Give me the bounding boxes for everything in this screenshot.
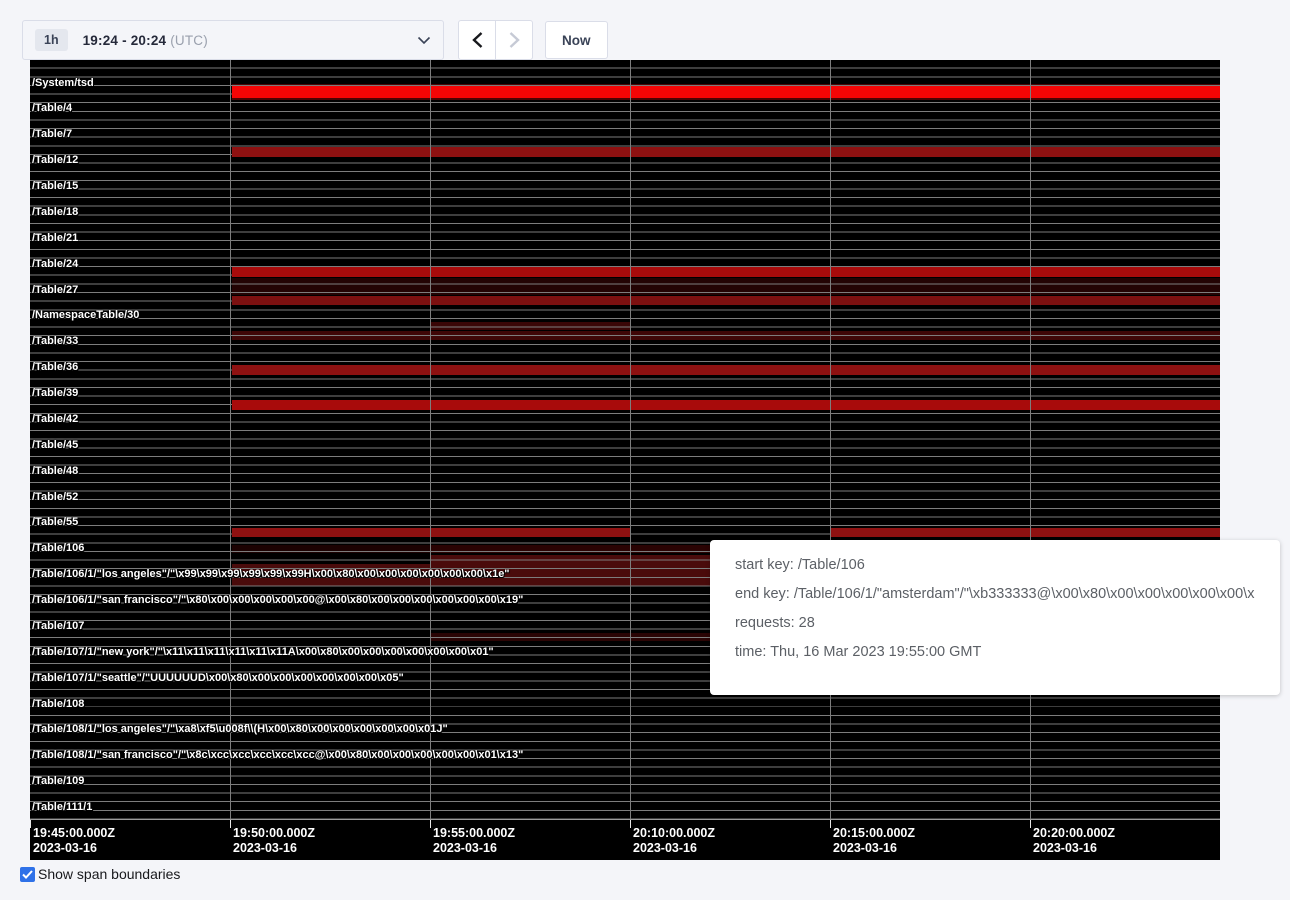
row-label: /Table/4 <box>32 102 72 114</box>
next-interval-button-disabled[interactable] <box>495 20 533 60</box>
x-axis-date: 2023-03-16 <box>233 841 315 856</box>
vertical-gridline <box>1030 60 1031 819</box>
row-label: /Table/48 <box>32 465 78 477</box>
vertical-gridline <box>630 60 631 819</box>
chevron-down-icon <box>417 36 431 45</box>
tooltip-end-key: end key: /Table/106/1/"amsterdam"/"\xb33… <box>735 586 1255 602</box>
row-label: /Table/108/1/"los angeles"/"\xa8\xf5\u00… <box>32 723 448 735</box>
heatmap-canvas[interactable]: /System/tsd/Table/4/Table/7/Table/12/Tab… <box>30 60 1220 860</box>
heat-band <box>232 267 1220 277</box>
now-button[interactable]: Now <box>545 21 608 59</box>
show-span-boundaries-checkbox[interactable] <box>20 867 35 882</box>
row-label: /Table/108/1/"san francisco"/"\x8c\xcc\x… <box>32 749 523 761</box>
row-label: /Table/108 <box>32 698 84 710</box>
row-label: /Table/111/1 <box>32 801 92 813</box>
row-label: /System/tsd <box>32 77 94 89</box>
row-label: /Table/107/1/"new york"/"\x11\x11\x11\x1… <box>32 646 494 658</box>
heat-band <box>232 278 1220 295</box>
time-range-label: 19:24 - 20:24 (UTC) <box>83 33 208 48</box>
row-label: /Table/106/1/"san francisco"/"\x80\x00\x… <box>32 594 523 606</box>
x-axis-date: 2023-03-16 <box>433 841 515 856</box>
x-axis-tick <box>1030 820 1031 828</box>
x-axis-label: 19:45:00.000Z2023-03-16 <box>33 826 115 856</box>
x-axis-date: 2023-03-16 <box>633 841 715 856</box>
row-label: /Table/55 <box>32 516 78 528</box>
x-axis-label: 20:10:00.000Z2023-03-16 <box>633 826 715 856</box>
key-visualizer-page: 1h 19:24 - 20:24 (UTC) Now /System/tsd/T… <box>0 0 1290 900</box>
heat-band <box>232 86 1220 98</box>
row-label: /Table/39 <box>32 387 78 399</box>
tooltip-requests: requests: 28 <box>735 615 1255 631</box>
heat-band <box>430 555 710 564</box>
row-label: /Table/33 <box>32 335 78 347</box>
row-label: /Table/42 <box>32 413 78 425</box>
heat-band <box>232 400 1220 410</box>
x-axis-time: 20:15:00.000Z <box>833 826 915 841</box>
row-label: /Table/52 <box>32 491 78 503</box>
x-axis-label: 20:20:00.000Z2023-03-16 <box>1033 826 1115 856</box>
duration-badge: 1h <box>35 29 68 51</box>
span-boundary-lines <box>30 60 1220 819</box>
vertical-gridline <box>230 60 231 819</box>
heat-band <box>430 545 710 553</box>
row-label: /Table/109 <box>32 775 84 787</box>
x-axis-tick <box>30 820 31 828</box>
row-label: /Table/27 <box>32 284 78 296</box>
x-axis-date: 2023-03-16 <box>833 841 915 856</box>
row-label: /Table/45 <box>32 439 78 451</box>
x-axis-tick <box>430 820 431 828</box>
vertical-gridline <box>430 60 431 819</box>
x-axis-tick <box>830 820 831 828</box>
heat-band <box>430 633 710 641</box>
time-range-dropdown[interactable]: 1h 19:24 - 20:24 (UTC) <box>22 20 444 60</box>
x-axis-label: 20:15:00.000Z2023-03-16 <box>833 826 915 856</box>
x-axis-time: 19:45:00.000Z <box>33 826 115 841</box>
previous-interval-button[interactable] <box>458 20 496 60</box>
x-axis-tick <box>630 820 631 828</box>
heat-band <box>830 528 1220 537</box>
show-span-boundaries-label: Show span boundaries <box>38 866 180 882</box>
x-axis-date: 2023-03-16 <box>33 841 115 856</box>
x-axis-label: 19:55:00.000Z2023-03-16 <box>433 826 515 856</box>
x-axis-tick <box>230 820 231 828</box>
heat-band <box>232 528 630 537</box>
footer-controls: Show span boundaries <box>20 866 180 882</box>
x-axis-label: 19:50:00.000Z2023-03-16 <box>233 826 315 856</box>
row-label: /Table/7 <box>32 128 72 140</box>
x-axis-time: 19:55:00.000Z <box>433 826 515 841</box>
row-label: /Table/15 <box>32 180 78 192</box>
row-label: /Table/106 <box>32 542 84 554</box>
tooltip-time: time: Thu, 16 Mar 2023 19:55:00 GMT <box>735 644 1255 660</box>
heat-band <box>232 545 430 553</box>
row-label: /Table/107 <box>32 620 84 632</box>
row-label: /Table/21 <box>32 232 78 244</box>
time-nav-group <box>458 20 533 60</box>
tooltip-start-key: start key: /Table/106 <box>735 557 1255 573</box>
vertical-gridline <box>830 60 831 819</box>
row-label: /Table/12 <box>32 154 78 166</box>
span-tooltip: start key: /Table/106 end key: /Table/10… <box>710 540 1280 695</box>
x-axis-baseline <box>30 819 1220 820</box>
row-label: /Table/18 <box>32 206 78 218</box>
row-label: /Table/36 <box>32 361 78 373</box>
x-axis-time: 20:20:00.000Z <box>1033 826 1115 841</box>
x-axis-time: 19:50:00.000Z <box>233 826 315 841</box>
heat-band <box>232 365 1220 375</box>
heat-band <box>232 331 1220 340</box>
heat-band <box>232 296 1220 305</box>
row-label: /Table/24 <box>32 258 78 270</box>
x-axis-time: 20:10:00.000Z <box>633 826 715 841</box>
heat-band <box>232 147 1220 157</box>
row-label: /Table/106/1/"los angeles"/"\x99\x99\x99… <box>32 568 510 580</box>
heat-band <box>232 98 1220 100</box>
row-label: /NamespaceTable/30 <box>32 309 139 321</box>
x-axis-date: 2023-03-16 <box>1033 841 1115 856</box>
timezone-label: (UTC) <box>170 33 208 48</box>
heat-band <box>430 322 630 330</box>
row-label: /Table/107/1/"seattle"/"UUUUUUD\x00\x80\… <box>32 672 404 684</box>
